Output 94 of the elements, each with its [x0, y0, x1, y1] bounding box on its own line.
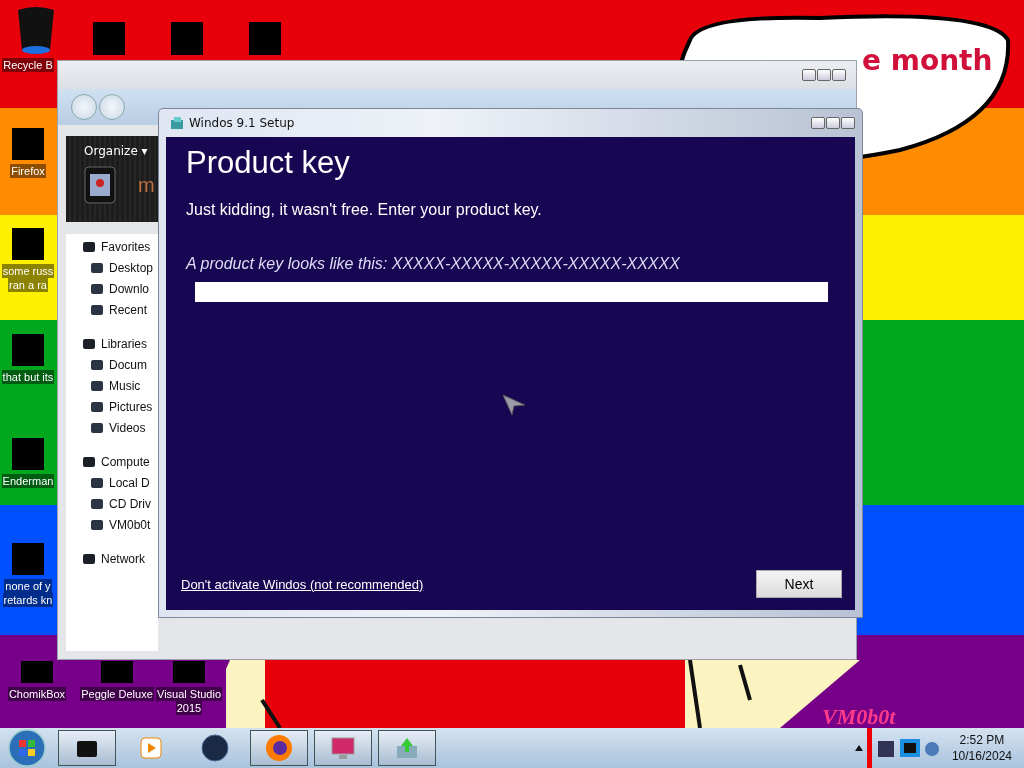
maximize-button[interactable] [826, 117, 840, 129]
folder-icon [90, 302, 104, 317]
nav-item[interactable]: Compute [66, 451, 158, 472]
maximize-button[interactable] [817, 69, 831, 81]
clock-date: 10/16/2024 [951, 748, 1012, 764]
desktop-icon[interactable]: ChomikBox [4, 661, 70, 701]
nav-item[interactable]: Pictures [66, 396, 158, 417]
minimize-button[interactable] [811, 117, 825, 129]
intro-text: Just kidding, it wasn't free. Enter your product key. [186, 201, 543, 219]
setup-icon [171, 117, 183, 129]
icon-label: some russ [1, 264, 55, 278]
folder-icon [90, 357, 104, 372]
next-button[interactable]: Next [756, 570, 842, 598]
nav-item[interactable]: Network [66, 548, 158, 569]
tray-arrow-icon[interactable] [854, 745, 863, 751]
globe-icon [201, 734, 229, 762]
icon-label: Firefox [10, 164, 46, 178]
folder-icon [90, 496, 104, 511]
icon-label: 2015 [175, 701, 203, 715]
nav-item[interactable]: Recent [66, 299, 158, 320]
desktop-icon[interactable]: Enderman [0, 438, 56, 488]
window-title: Windos 9.1 Setup [189, 116, 295, 130]
folder-name: m [138, 173, 155, 197]
clock[interactable]: 2:52 PM 10/16/2024 [945, 732, 1024, 764]
desktop-icon[interactable]: none of y retards kn [0, 543, 56, 607]
redaction-block [12, 128, 44, 160]
folder-icon [90, 420, 104, 435]
folder-icon [90, 475, 104, 490]
redaction-block [171, 22, 203, 55]
icon-label: Peggle Deluxe [80, 687, 154, 701]
desktop-icon[interactable]: Peggle Deluxe [80, 661, 154, 701]
icon-label: that but its [1, 370, 55, 384]
redaction-block [173, 661, 205, 683]
folder-icon [82, 239, 96, 254]
nav-item[interactable]: Videos [66, 417, 158, 438]
desktop-icon[interactable]: some russ ran a ra [0, 228, 56, 292]
start-button[interactable] [8, 729, 46, 767]
icon-label: ChomikBox [7, 687, 67, 701]
play-icon [139, 736, 163, 760]
hint-text: A product key looks like this: XXXXX-XXXXX-XXXXX-XXXXX-XXXXX [186, 255, 681, 273]
folder-icon [82, 336, 96, 351]
folder-icon [90, 517, 104, 532]
nav-item[interactable]: Local D [66, 472, 158, 493]
page-heading: Product key [186, 145, 351, 181]
nav-item[interactable]: Music [66, 375, 158, 396]
mouse-pointer-icon [502, 394, 526, 416]
nav-item[interactable]: Favorites [66, 236, 158, 257]
desktop-icon[interactable]: Recycle B [0, 58, 56, 72]
redaction-block [12, 334, 44, 366]
taskbar-button[interactable] [58, 730, 116, 766]
redaction-block [21, 661, 53, 683]
wallpaper-text: VM0b0t [822, 704, 896, 730]
folder-icon [90, 378, 104, 393]
nav-item[interactable]: Docum [66, 354, 158, 375]
folder-icon [90, 399, 104, 414]
fox-globe-icon [265, 734, 293, 762]
redaction-block [12, 543, 44, 575]
monitor-icon [329, 734, 357, 762]
product-key-field[interactable] [195, 282, 828, 302]
folder-thumbnail-icon [84, 166, 116, 204]
minimize-button[interactable] [802, 69, 816, 81]
desktop-icon[interactable]: Firefox [0, 128, 56, 178]
taskbar-button[interactable] [314, 730, 372, 766]
clock-time: 2:52 PM [959, 732, 1005, 748]
download-arrow-icon [395, 736, 419, 760]
trash-can-icon [16, 6, 56, 56]
redaction-block [101, 661, 133, 683]
redaction-block [12, 438, 44, 470]
close-button[interactable] [841, 117, 855, 129]
banner-text: e month [862, 44, 993, 77]
nav-item[interactable]: VM0b0t [66, 514, 158, 535]
icon-label: none of y [4, 579, 52, 593]
folder-icon [82, 454, 96, 469]
icon-label: Visual Studio [156, 687, 222, 701]
desktop-icon[interactable]: Visual Studio 2015 [156, 661, 222, 715]
redaction-block [93, 22, 125, 55]
icon-label: Enderman [1, 474, 55, 488]
skip-link[interactable]: Don't activate Windos (not recommended) [181, 576, 424, 592]
redaction-block [12, 228, 44, 260]
close-button[interactable] [832, 69, 846, 81]
folder-icon [90, 260, 104, 275]
folder-icon [82, 551, 96, 566]
taskbar-button[interactable] [378, 730, 436, 766]
folder-icon [90, 281, 104, 296]
icon-label: retards kn [2, 593, 54, 607]
nav-item[interactable]: Downlo [66, 278, 158, 299]
icon-label: ran a ra [8, 278, 48, 292]
nav-item[interactable]: CD Driv [66, 493, 158, 514]
nav-item[interactable]: Desktop [66, 257, 158, 278]
taskbar-button[interactable] [250, 730, 308, 766]
desktop-icon[interactable]: that but its [0, 334, 56, 384]
organize-button[interactable]: Organize ▾ [84, 142, 148, 160]
redaction-block [249, 22, 281, 55]
nav-item[interactable]: Libraries [66, 333, 158, 354]
